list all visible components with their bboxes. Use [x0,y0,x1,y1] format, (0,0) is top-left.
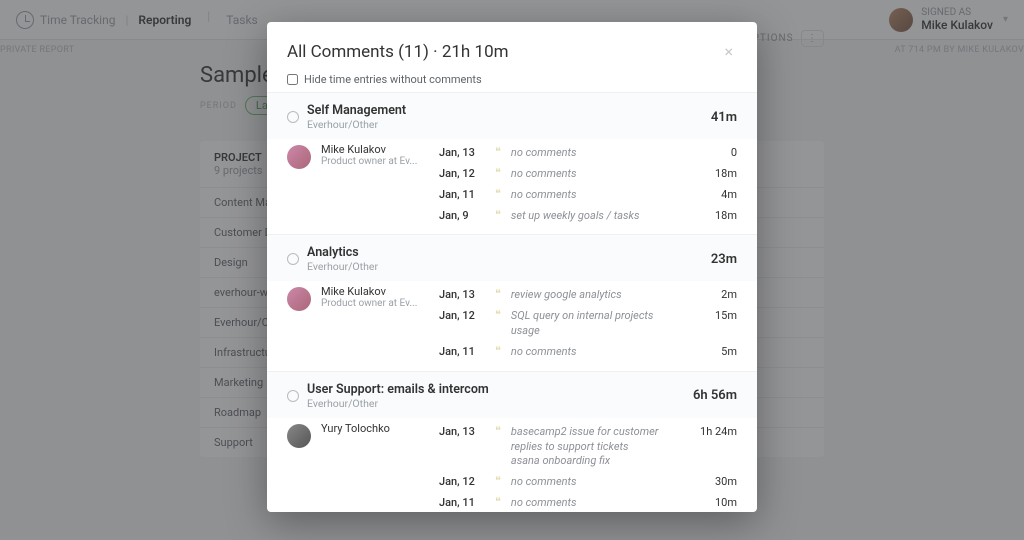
quote-icon: ❝ [495,288,501,299]
entry-duration: 4m [685,188,737,201]
avatar [287,145,311,169]
entry-date: Jan, 11 [439,496,485,509]
entry-date: Jan, 13 [439,425,485,438]
section-header: AnalyticsEverhour/Other 23m [267,235,757,281]
section-header: Self ManagementEverhour/Other 41m [267,93,757,139]
entry-comment: no comments [511,496,675,511]
person-name: Mike Kulakov [321,143,429,156]
entry-duration: 30m [685,475,737,488]
entry-duration: 2m [685,288,737,301]
quote-icon: ❝ [495,309,501,320]
entry-duration: 1h 24m [685,425,737,438]
quote-icon: ❝ [495,167,501,178]
person-row: Yury Tolochko Jan, 13 ❝ basecamp2 issue for… [267,418,757,512]
modal-title: All Comments (11) · 21h 10m [287,42,720,62]
quote-icon: ❝ [495,475,501,486]
quote-icon: ❝ [495,425,501,436]
entries: Jan, 13 ❝ no comments 0 Jan, 12 ❝ no comments 1… [439,143,737,226]
time-entry: Jan, 11 ❝ no comments 4m [439,185,737,206]
entry-comment: no comments [511,345,675,360]
entry-date: Jan, 12 [439,475,485,488]
person-role: Product owner at Ev... [321,298,429,309]
entry-date: Jan, 9 [439,209,485,222]
person-row: Mike KulakovProduct owner at Ev... Jan, 1… [267,281,757,364]
entry-duration: 5m [685,345,737,358]
time-entry: Jan, 9 ❝ set up weekly goals / tasks 18m [439,206,737,227]
modal-overlay[interactable]: All Comments (11) · 21h 10m × Hide time … [0,0,1024,540]
entry-date: Jan, 13 [439,146,485,159]
ring-icon [287,111,299,123]
person-role: Product owner at Ev... [321,156,429,167]
section-title: Self Management [307,103,406,118]
section-title: User Support: emails & intercom [307,382,489,397]
close-button[interactable]: × [720,40,737,63]
entry-duration: 18m [685,209,737,222]
section-body: Mike KulakovProduct owner at Ev... Jan, 1… [267,281,757,370]
section-total: 6h 56m [693,388,737,403]
entry-date: Jan, 11 [439,188,485,201]
entry-date: Jan, 11 [439,345,485,358]
avatar [287,287,311,311]
section: Self ManagementEverhour/Other 41m Mike Kul… [267,92,757,234]
section-total: 41m [711,110,737,125]
time-entry: Jan, 12 ❝ SQL query on internal projects u… [439,306,737,342]
person-meta: Yury Tolochko [321,422,429,435]
person-meta: Mike KulakovProduct owner at Ev... [321,285,429,309]
person-meta: Mike KulakovProduct owner at Ev... [321,143,429,167]
comments-modal: All Comments (11) · 21h 10m × Hide time … [267,22,757,512]
entry-date: Jan, 12 [439,167,485,180]
entry-date: Jan, 13 [439,288,485,301]
section-sub: Everhour/Other [307,397,489,410]
entries: Jan, 13 ❝ basecamp2 issue for customerrepl… [439,422,737,512]
time-entry: Jan, 13 ❝ no comments 0 [439,143,737,164]
quote-icon: ❝ [495,209,501,220]
section-body: Mike KulakovProduct owner at Ev... Jan, 1… [267,139,757,234]
section-sub: Everhour/Other [307,260,378,273]
entry-comment: set up weekly goals / tasks [511,209,675,224]
time-entry: Jan, 11 ❝ no comments 5m [439,342,737,363]
time-entry: Jan, 12 ❝ no comments 18m [439,164,737,185]
ring-icon [287,253,299,265]
section-total: 23m [711,252,737,267]
hide-checkbox-row[interactable]: Hide time entries without comments [267,73,757,92]
time-entry: Jan, 12 ❝ no comments 30m [439,472,737,493]
section-header: User Support: emails & intercomEverhour/… [267,372,757,418]
section: User Support: emails & intercomEverhour/… [267,371,757,512]
section-body: Yury Tolochko Jan, 13 ❝ basecamp2 issue for… [267,418,757,512]
ring-icon [287,390,299,402]
entries: Jan, 13 ❝ review google analytics 2m Jan, 12… [439,285,737,362]
person-name: Mike Kulakov [321,285,429,298]
entry-duration: 10m [685,496,737,509]
avatar [287,424,311,448]
entry-comment: no comments [511,475,675,490]
entry-comment: basecamp2 issue for customerreplies to s… [511,425,675,470]
entry-comment: no comments [511,146,675,161]
time-entry: Jan, 13 ❝ basecamp2 issue for customerrepl… [439,422,737,473]
quote-icon: ❝ [495,146,501,157]
section: AnalyticsEverhour/Other 23m Mike KulakovPr… [267,234,757,370]
entry-date: Jan, 12 [439,309,485,322]
entry-duration: 15m [685,309,737,322]
entry-comment: SQL query on internal projects usage [511,309,675,339]
section-title: Analytics [307,245,378,260]
entry-comment: review google analytics [511,288,675,303]
time-entry: Jan, 13 ❝ review google analytics 2m [439,285,737,306]
section-sub: Everhour/Other [307,118,406,131]
quote-icon: ❝ [495,188,501,199]
hide-checkbox-label: Hide time entries without comments [304,73,482,86]
time-entry: Jan, 11 ❝ no comments 10m [439,493,737,512]
person-name: Yury Tolochko [321,422,429,435]
entry-comment: no comments [511,167,675,182]
quote-icon: ❝ [495,496,501,507]
entry-duration: 18m [685,167,737,180]
entry-duration: 0 [685,146,737,159]
hide-checkbox[interactable] [287,74,298,85]
person-row: Mike KulakovProduct owner at Ev... Jan, 1… [267,139,757,228]
entry-comment: no comments [511,188,675,203]
quote-icon: ❝ [495,345,501,356]
